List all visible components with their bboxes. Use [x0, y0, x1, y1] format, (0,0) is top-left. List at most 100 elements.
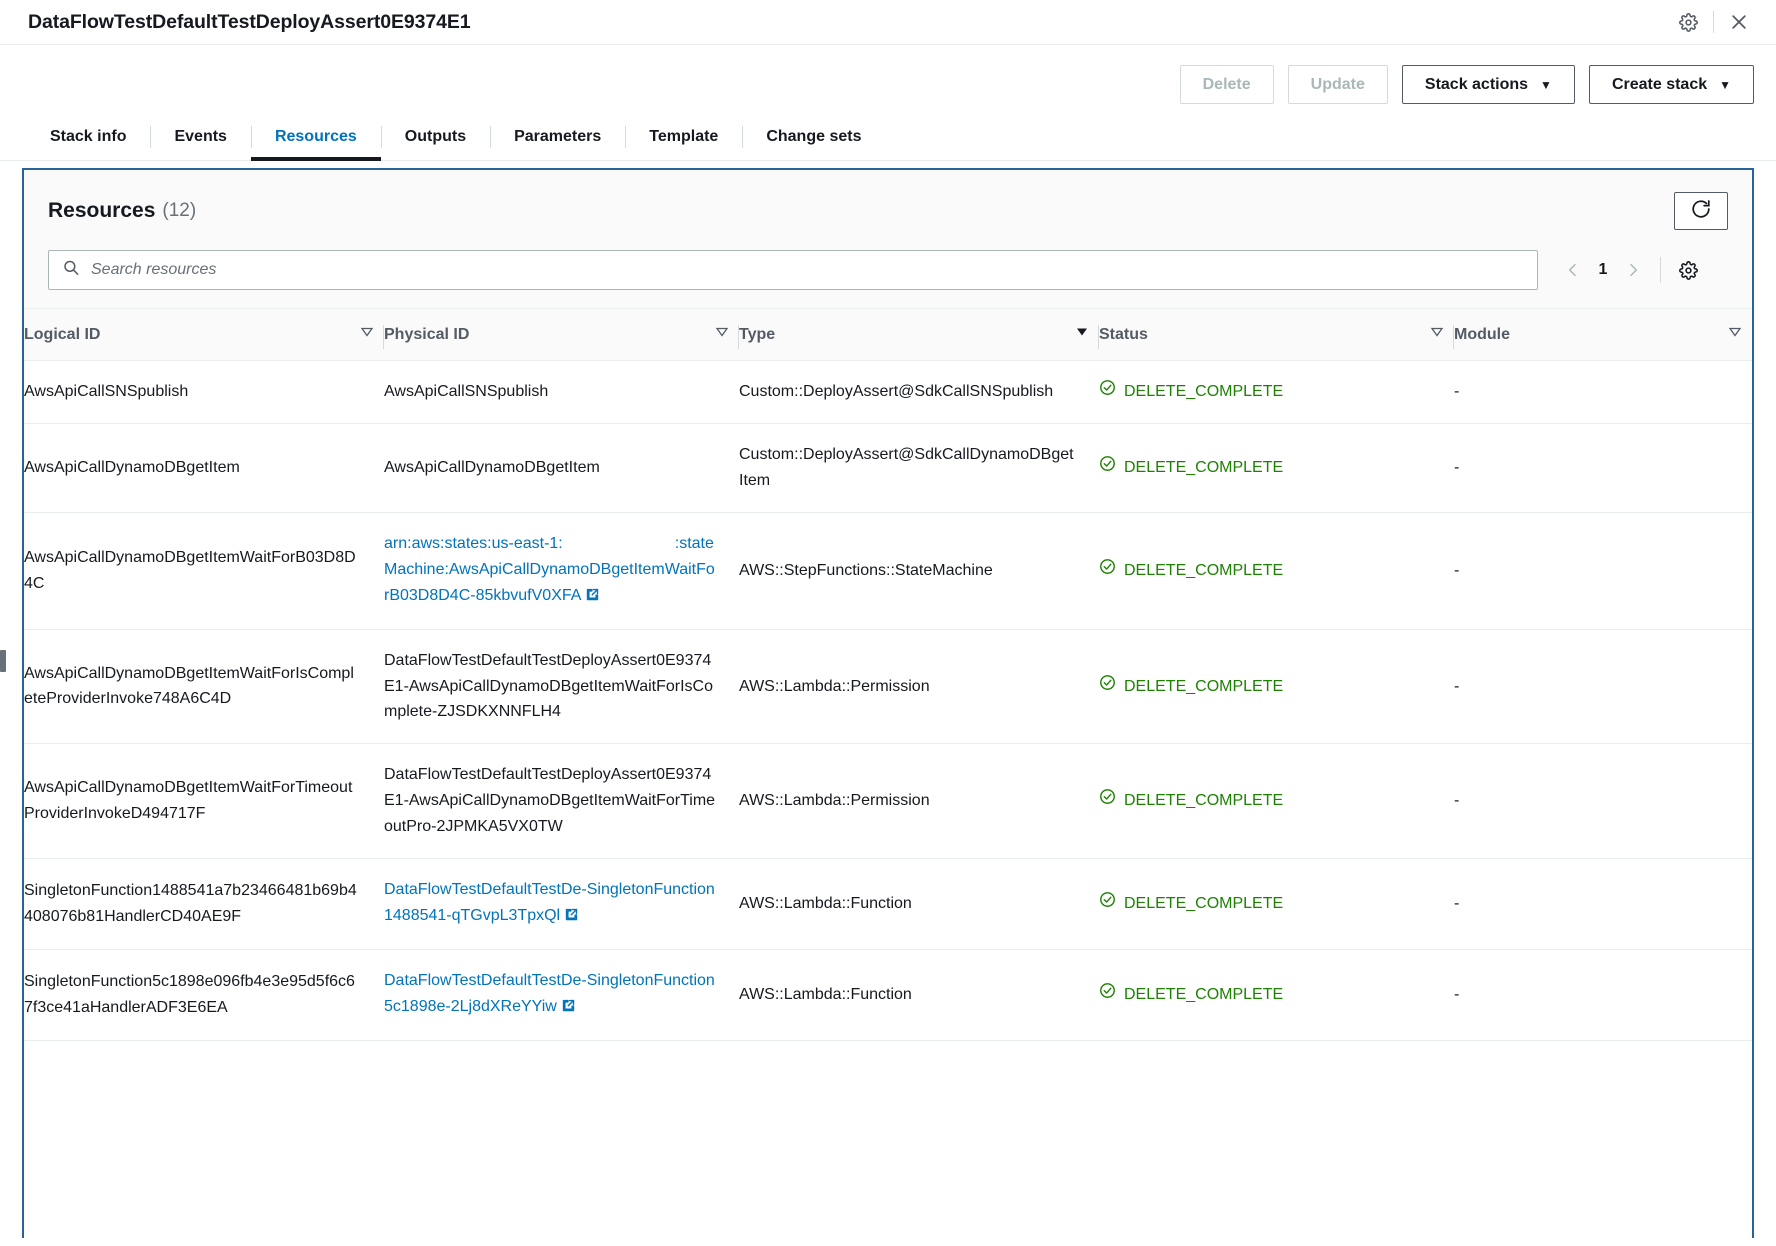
table-preferences-gear-icon[interactable] — [1671, 253, 1705, 287]
cell-physical-id: arn:aws:states:us-east-1::stateMachine:A… — [384, 512, 739, 629]
close-icon[interactable] — [1722, 5, 1756, 39]
search-input[interactable] — [48, 250, 1538, 290]
sort-triangle-icon-active — [1075, 325, 1089, 344]
tab-resources[interactable]: Resources — [251, 120, 381, 160]
table-row: SingletonFunction1488541a7b23466481b69b4… — [24, 859, 1752, 950]
check-circle-icon — [1099, 982, 1116, 1008]
refresh-button[interactable] — [1674, 192, 1728, 230]
cell-logical-id: SingletonFunction5c1898e096fb4e3e95d5f6c… — [24, 949, 384, 1040]
cell-physical-id: AwsApiCallDynamoDBgetItem — [384, 424, 739, 513]
window-header-actions — [1671, 5, 1756, 39]
external-link-icon — [561, 996, 576, 1022]
column-label: Module — [1454, 326, 1510, 344]
cell-type: Custom::DeployAssert@SdkCallDynamoDBgetI… — [739, 424, 1099, 513]
column-label: Logical ID — [24, 326, 100, 344]
tab-parameters[interactable]: Parameters — [490, 120, 625, 160]
cell-physical-id: DataFlowTestDefaultTestDeployAssert0E937… — [384, 629, 739, 744]
refresh-icon — [1690, 198, 1712, 225]
window-header: DataFlowTestDefaultTestDeployAssert0E937… — [0, 0, 1776, 45]
cell-logical-id: AwsApiCallDynamoDBgetItem — [24, 424, 384, 513]
column-label: Status — [1099, 326, 1148, 344]
cell-type: AWS::Lambda::Function — [739, 859, 1099, 950]
table-header-row: Logical ID Physical ID — [24, 309, 1752, 361]
external-link-icon — [564, 905, 579, 931]
cell-module: - — [1454, 629, 1752, 744]
status-text: DELETE_COMPLETE — [1124, 788, 1283, 814]
physical-id-link[interactable]: DataFlowTestDefaultTestDe-SingletonFunct… — [384, 881, 715, 924]
panel-title: Resources — [48, 199, 155, 223]
delete-button[interactable]: Delete — [1180, 65, 1274, 104]
cell-module: - — [1454, 512, 1752, 629]
check-circle-icon — [1099, 558, 1116, 584]
cell-status: DELETE_COMPLETE — [1099, 859, 1454, 950]
status-text: DELETE_COMPLETE — [1124, 455, 1283, 481]
stack-actions-label: Stack actions — [1425, 76, 1528, 93]
cell-physical-id: DataFlowTestDefaultTestDeployAssert0E937… — [384, 744, 739, 859]
cell-type: AWS::Lambda::Permission — [739, 744, 1099, 859]
search-box — [48, 250, 1538, 290]
panel-collapse-handle[interactable] — [0, 650, 6, 672]
arn-prefix: arn:aws:states:us-east-1: — [384, 535, 563, 552]
table-row: SingletonFunction5c1898e096fb4e3e95d5f6c… — [24, 949, 1752, 1040]
column-header-status[interactable]: Status — [1099, 309, 1454, 361]
update-button[interactable]: Update — [1288, 65, 1388, 104]
status-text: DELETE_COMPLETE — [1124, 558, 1283, 584]
tab-outputs[interactable]: Outputs — [381, 120, 490, 160]
column-label: Physical ID — [384, 326, 469, 344]
external-link-icon — [585, 585, 600, 611]
resources-table: Logical ID Physical ID — [24, 309, 1752, 1041]
link-text: DataFlowTestDefaultTestDe-SingletonFunct… — [384, 881, 715, 924]
cell-physical-id: AwsApiCallSNSpublish — [384, 361, 739, 424]
previous-page-button[interactable] — [1556, 253, 1590, 287]
check-circle-icon — [1099, 455, 1116, 481]
chevron-down-icon: ▼ — [1540, 78, 1552, 92]
table-row: AwsApiCallSNSpublish AwsApiCallSNSpublis… — [24, 361, 1752, 424]
cell-physical-id: DataFlowTestDefaultTestDe-SingletonFunct… — [384, 949, 739, 1040]
page-number[interactable]: 1 — [1592, 261, 1614, 279]
status-text: DELETE_COMPLETE — [1124, 674, 1283, 700]
cell-logical-id: AwsApiCallDynamoDBgetItemWaitForB03D8D4C — [24, 512, 384, 629]
column-header-physical-id[interactable]: Physical ID — [384, 309, 739, 361]
column-header-logical-id[interactable]: Logical ID — [24, 309, 384, 361]
column-header-type[interactable]: Type — [739, 309, 1099, 361]
physical-id-link[interactable]: arn:aws:states:us-east-1::stateMachine:A… — [384, 535, 715, 604]
sort-triangle-icon — [360, 325, 374, 344]
cell-status: DELETE_COMPLETE — [1099, 744, 1454, 859]
cell-logical-id: AwsApiCallDynamoDBgetItemWaitForIsComple… — [24, 629, 384, 744]
next-page-button[interactable] — [1616, 253, 1650, 287]
table-row: AwsApiCallDynamoDBgetItemWaitForIsComple… — [24, 629, 1752, 744]
cell-module: - — [1454, 744, 1752, 859]
gear-icon[interactable] — [1671, 5, 1705, 39]
status-text: DELETE_COMPLETE — [1124, 891, 1283, 917]
table-row: AwsApiCallDynamoDBgetItem AwsApiCallDyna… — [24, 424, 1752, 513]
table-row: AwsApiCallDynamoDBgetItemWaitForB03D8D4C… — [24, 512, 1752, 629]
column-header-module[interactable]: Module — [1454, 309, 1752, 361]
check-circle-icon — [1099, 674, 1116, 700]
cell-physical-id: DataFlowTestDefaultTestDe-SingletonFunct… — [384, 859, 739, 950]
page-title: DataFlowTestDefaultTestDeployAssert0E937… — [28, 11, 471, 34]
cell-module: - — [1454, 361, 1752, 424]
physical-id-link[interactable]: DataFlowTestDefaultTestDe-SingletonFunct… — [384, 972, 715, 1015]
tab-events[interactable]: Events — [150, 120, 250, 160]
cell-type: AWS::Lambda::Function — [739, 949, 1099, 1040]
status-text: DELETE_COMPLETE — [1124, 982, 1283, 1008]
cell-logical-id: AwsApiCallSNSpublish — [24, 361, 384, 424]
stack-detail-tabs: Stack info Events Resources Outputs Para… — [0, 104, 1776, 161]
header-divider — [1713, 11, 1714, 33]
cell-logical-id: SingletonFunction1488541a7b23466481b69b4… — [24, 859, 384, 950]
check-circle-icon — [1099, 788, 1116, 814]
create-stack-button[interactable]: Create stack▼ — [1589, 65, 1754, 104]
sort-triangle-icon — [1728, 325, 1742, 344]
cell-module: - — [1454, 424, 1752, 513]
tab-change-sets[interactable]: Change sets — [742, 120, 885, 160]
sort-triangle-icon — [715, 325, 729, 344]
tab-template[interactable]: Template — [625, 120, 742, 160]
table-row: AwsApiCallDynamoDBgetItemWaitForTimeoutP… — [24, 744, 1752, 859]
pagination-divider — [1660, 257, 1661, 283]
stack-actions-button[interactable]: Stack actions ▼ — [1402, 65, 1575, 104]
pagination: 1 — [1556, 253, 1705, 287]
cell-module: - — [1454, 949, 1752, 1040]
status-text: DELETE_COMPLETE — [1124, 379, 1283, 405]
sort-triangle-icon — [1430, 325, 1444, 344]
tab-stack-info[interactable]: Stack info — [26, 120, 150, 160]
